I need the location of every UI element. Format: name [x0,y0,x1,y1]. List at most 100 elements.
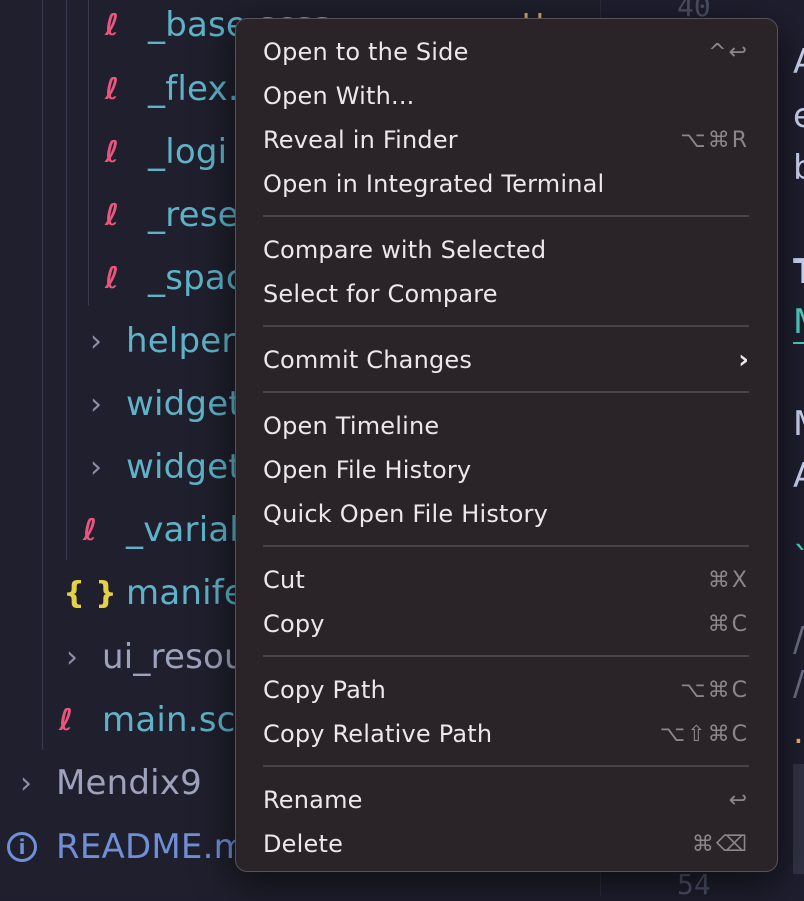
info-icon: i [2,832,42,862]
json-icon: { } [63,575,117,611]
menu-item-label: Copy Path [263,676,387,704]
shortcut-hint: ↩ [728,787,749,813]
shortcut-hint: ⌥⇧⌘C [659,721,749,747]
menu-item-open-to-side[interactable]: Open to the Side ^↩ [263,30,749,74]
tree-item-manifest-json[interactable]: { } manife [63,561,246,625]
tree-item-flex-scss[interactable]: ℓ _flex. [92,57,239,121]
indent-guide [42,0,43,750]
sass-icon: ℓ [104,7,120,43]
editor-code-fragment: . [793,712,804,752]
menu-item-compare-with-selected[interactable]: Compare with Selected [263,228,749,272]
editor-text-fragment: e [793,96,804,136]
tree-item-readme[interactable]: i README.m [2,815,247,879]
tree-item-label: widget [126,384,242,424]
menu-item-copy-path[interactable]: Copy Path ⌥⌘C [263,668,749,712]
tree-item-main-scss[interactable]: ℓ main.sc [46,688,236,752]
tree-item-label: main.sc [102,700,236,740]
menu-item-open-file-history[interactable]: Open File History [263,448,749,492]
menu-item-label: Open With... [263,82,415,110]
tree-item-label: _variab [126,510,252,550]
menu-item-label: Open to the Side [263,38,469,66]
shortcut-hint: ⌥⌘C [680,677,749,703]
tree-folder-widgets-custom[interactable]: › widget [76,435,242,499]
menu-separator [263,325,749,327]
tree-item-label: widget [126,447,242,487]
sass-icon: ℓ [104,71,120,107]
shortcut-hint: ⌥⌘R [680,127,749,153]
editor-text-fragment: b [793,148,804,188]
menu-item-reveal-in-finder[interactable]: Reveal in Finder ⌥⌘R [263,118,749,162]
chevron-right-icon: › [90,323,102,359]
shortcut-hint: ⌘X [707,567,749,593]
menu-separator [263,655,749,657]
menu-item-open-timeline[interactable]: Open Timeline [263,404,749,448]
shortcut-hint: ⌘C [707,611,749,637]
shortcut-hint: ⌘⌫ [691,831,749,857]
sass-icon: ℓ [104,134,120,170]
menu-item-rename[interactable]: Rename ↩ [263,778,749,822]
sass-icon: ℓ [104,197,120,233]
tree-item-label: _flex. [148,69,239,109]
chevron-right-icon: › [738,345,749,375]
menu-item-copy-relative-path[interactable]: Copy Relative Path ⌥⇧⌘C [263,712,749,756]
sass-icon: ℓ [104,260,120,296]
menu-item-cut[interactable]: Cut ⌘X [263,558,749,602]
menu-item-delete[interactable]: Delete ⌘⌫ [263,822,749,866]
chevron-right-icon: › [90,449,102,485]
tree-folder-ui-resources[interactable]: › ui_resou [52,625,246,689]
tree-item-label: _rese [148,195,239,235]
sass-icon: ℓ [58,702,74,738]
menu-item-label: Copy Relative Path [263,720,493,748]
menu-item-label: Delete [263,830,344,858]
menu-item-open-with[interactable]: Open With... [263,74,749,118]
tree-folder-widgets[interactable]: › widget [76,372,242,436]
menu-item-quick-open-file-history[interactable]: Quick Open File History [263,492,749,536]
tree-item-label: ui_resou [102,637,246,677]
editor-text-fragment: A [793,456,804,496]
context-menu: Open to the Side ^↩ Open With... Reveal … [235,18,778,872]
indent-guide [88,0,89,306]
sass-icon: ℓ [82,512,98,548]
indent-guide [66,0,67,560]
menu-separator [263,545,749,547]
menu-item-label: Copy [263,610,325,638]
menu-item-label: Cut [263,566,305,594]
chevron-right-icon: › [90,386,102,422]
tree-item-label: _logi [148,132,228,172]
menu-item-commit-changes[interactable]: Commit Changes › [263,338,749,382]
tree-item-reset-scss[interactable]: ℓ _rese [92,183,239,247]
menu-item-label: Quick Open File History [263,500,548,528]
menu-item-label: Rename [263,786,363,814]
menu-separator [263,215,749,217]
menu-item-label: Select for Compare [263,280,498,308]
menu-item-open-in-terminal[interactable]: Open in Integrated Terminal [263,162,749,206]
menu-item-select-for-compare[interactable]: Select for Compare [263,272,749,316]
menu-item-copy[interactable]: Copy ⌘C [263,602,749,646]
tree-folder-helpers[interactable]: › helpers [76,309,254,373]
tree-item-label: README.m [56,827,247,867]
tree-item-login-scss[interactable]: ℓ _logi [92,120,227,184]
shortcut-hint: ^↩ [708,39,749,65]
chevron-right-icon: › [20,765,32,801]
tree-item-label: _spac [148,258,245,298]
editor-code-fragment: ` [793,540,804,580]
tree-item-label: manife [126,573,246,613]
editor-comment-fragment: / [793,620,804,660]
tree-item-spacing-scss[interactable]: ℓ _spac [92,246,245,310]
menu-item-label: Open in Integrated Terminal [263,170,605,198]
menu-item-label: Commit Changes [263,346,473,374]
editor-link-fragment[interactable]: M [793,302,804,344]
editor-heading-fragment: T [793,252,804,292]
menu-separator [263,391,749,393]
tree-item-label: Mendix9 [56,763,202,803]
menu-separator [263,765,749,767]
chevron-right-icon: › [66,639,78,675]
editor-text-fragment: A [793,42,804,82]
menu-item-label: Reveal in Finder [263,126,458,154]
menu-item-label: Open File History [263,456,472,484]
editor-text-fragment: M [793,404,804,444]
menu-item-label: Open Timeline [263,412,440,440]
line-number: 54 [677,868,711,901]
tree-folder-mendix9[interactable]: › Mendix9 [6,751,202,815]
tree-item-variables-scss[interactable]: ℓ _variab [70,498,251,562]
